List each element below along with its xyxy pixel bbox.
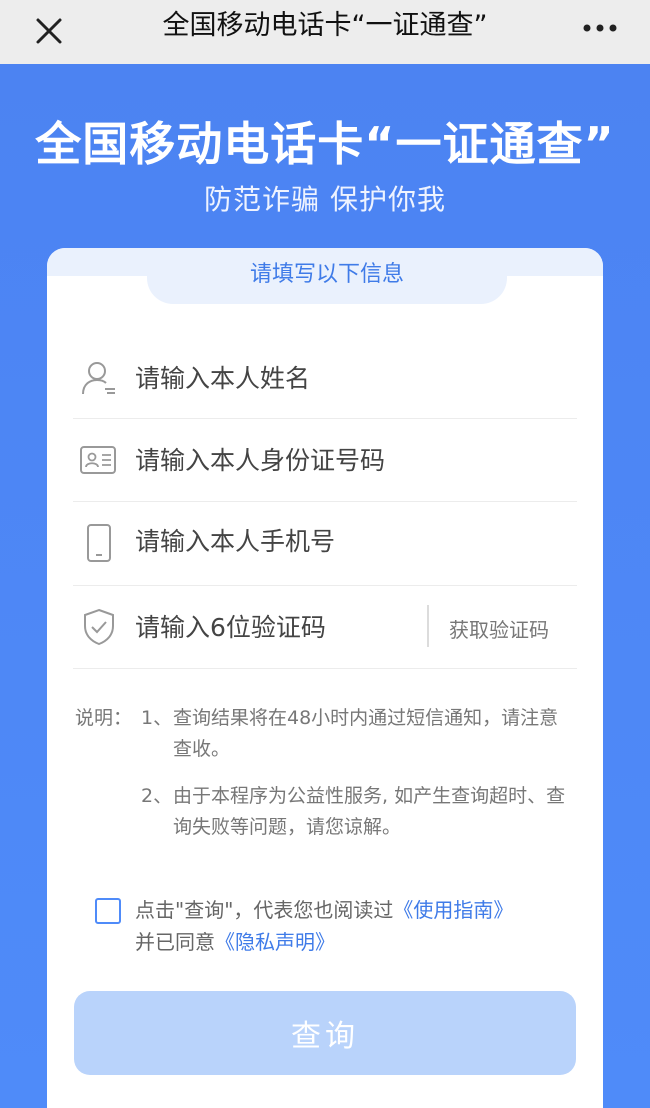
agreement-middle: 并已同意 (135, 930, 215, 954)
id-card-icon (79, 440, 119, 480)
id-field (73, 418, 577, 502)
get-code-button[interactable]: 获取验证码 (449, 614, 549, 643)
note-text: 查询结果将在48小时内通过短信通知，请注意查收。 (173, 707, 559, 760)
note-number: 2、 (141, 785, 173, 807)
verification-code-input[interactable] (135, 607, 405, 647)
code-field: 获取验证码 (73, 585, 577, 669)
note-text: 由于本程序为公益性服务, 如产生查询超时、查询失败等问题，请您谅解。 (173, 785, 566, 838)
shield-icon (79, 607, 119, 647)
close-icon[interactable] (30, 12, 68, 50)
agree-checkbox[interactable] (95, 898, 121, 924)
phone-icon (79, 523, 119, 563)
guide-link[interactable]: 《使用指南》 (393, 898, 513, 922)
form-tab: 请填写以下信息 (147, 248, 507, 304)
agreement-prefix: 点击"查询"，代表您也阅读过 (135, 898, 394, 922)
query-button[interactable]: 查询 (74, 991, 576, 1075)
id-number-input[interactable] (135, 440, 555, 480)
user-icon (79, 358, 119, 398)
form-card: 请填写以下信息 请输入本人姓名 请输入本人身份证号码 请输入本人手机号 请输入6… (47, 248, 603, 1108)
agreement-text: 点击"查询"，代表您也阅读过《使用指南》 并已同意《隐私声明》 (135, 894, 575, 958)
name-field (73, 348, 577, 419)
hero-title: 全国移动电话卡“一证通查” (35, 117, 615, 171)
phone-input[interactable] (135, 521, 555, 561)
note-number: 1、 (141, 707, 173, 729)
note-item: 2、 由于本程序为公益性服务, 如产生查询超时、查询失败等问题，请您谅解。 (141, 781, 571, 843)
notes-label: 说明： (75, 707, 133, 729)
name-input[interactable] (135, 358, 555, 398)
nav-title: 全国移动电话卡“一证通查” (162, 10, 488, 41)
privacy-link[interactable]: 《隐私声明》 (215, 930, 335, 954)
field-divider (427, 605, 429, 647)
note-item: 1、 查询结果将在48小时内通过短信通知，请注意查收。 (141, 703, 571, 765)
hero-subtitle: 防范诈骗 保护你我 (204, 183, 446, 216)
phone-field (73, 501, 577, 586)
nav-bar: 全国移动电话卡“一证通查” (0, 0, 650, 64)
more-icon[interactable] (580, 14, 620, 48)
